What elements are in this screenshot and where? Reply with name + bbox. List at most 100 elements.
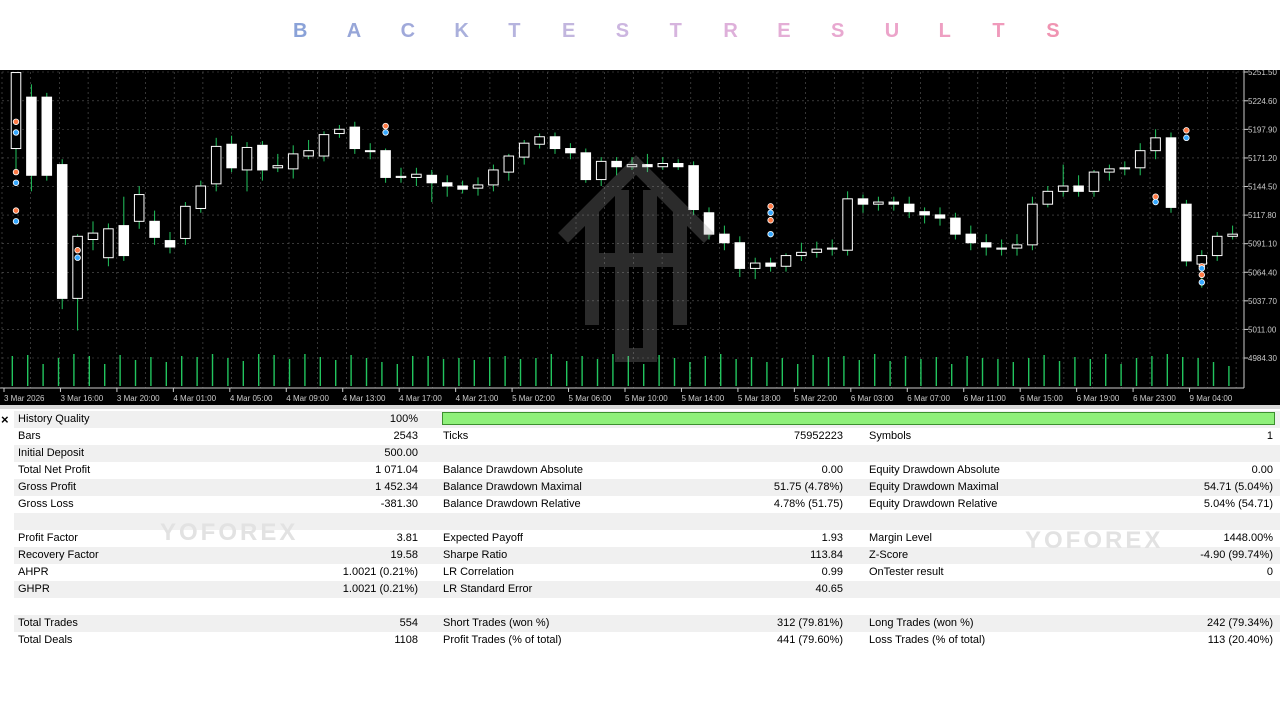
time-tick-label: 6 Mar 07:00 <box>907 394 950 403</box>
price-tick-label: 5117.80 <box>1248 211 1277 220</box>
title-letter: L <box>938 20 951 42</box>
candle-bull <box>241 146 253 171</box>
candle-bull <box>1104 168 1115 173</box>
candle-bear <box>257 144 268 171</box>
time-tick-label: 5 Mar 18:00 <box>738 394 781 403</box>
report-label: Total Deals <box>18 634 73 646</box>
trade-marker <box>1198 265 1205 272</box>
report-row-background <box>14 496 1280 513</box>
candle-bear <box>965 233 977 244</box>
candle-bull <box>10 72 22 150</box>
report-value: 0 <box>1266 566 1273 578</box>
report-label: Gross Loss <box>18 498 74 510</box>
watermark-text: YOFOREX <box>1025 527 1164 554</box>
candle-bull <box>503 155 515 173</box>
title-letter: A <box>346 20 362 42</box>
candle-bear <box>903 203 915 213</box>
price-chart[interactable]: 5251.50 5224.60 5197.90 5171.20 5144.50 5117.… <box>0 70 1280 405</box>
candle-bull <box>1227 233 1238 237</box>
trade-marker <box>1198 271 1205 279</box>
candle-bull <box>1057 185 1069 192</box>
report-value: 19.58 <box>390 549 418 561</box>
trade-marker <box>382 129 389 136</box>
report-value: 51.75 (4.78%) <box>773 481 843 493</box>
time-tick-label: 3 Mar 2026 <box>4 394 45 403</box>
candlestick-chart-svg[interactable]: 5251.50 5224.60 5197.90 5171.20 5144.50 5117.… <box>0 70 1280 405</box>
history-quality-bar <box>442 412 1275 425</box>
report-row-background <box>14 615 1280 632</box>
time-tick-label: 4 Mar 21:00 <box>456 394 499 403</box>
trade-marker <box>12 218 20 225</box>
trade-marker <box>1183 127 1190 134</box>
price-tick-label: 5037.70 <box>1248 297 1277 306</box>
report-row-background <box>14 479 1280 496</box>
title-letter: K <box>454 20 469 42</box>
report-label: Balance Drawdown Absolute <box>443 464 584 476</box>
trade-marker <box>767 217 774 224</box>
candle-bear <box>565 148 576 154</box>
candle-bull <box>1134 150 1146 169</box>
report-value: 4.78% (51.75) <box>773 498 843 510</box>
time-tick-label: 6 Mar 11:00 <box>964 394 1007 403</box>
candle-bear <box>672 163 684 168</box>
trade-marker <box>382 122 389 130</box>
report-value: 5.04% (54.71) <box>1203 498 1273 510</box>
candle-bull <box>133 194 145 222</box>
title-letter: T <box>669 20 682 42</box>
candle-bear <box>919 211 930 216</box>
report-label: Short Trades (won %) <box>443 617 550 629</box>
report-value: 0.99 <box>821 566 843 578</box>
report-label: OnTester result <box>869 566 944 578</box>
time-tick-label: 5 Mar 06:00 <box>569 394 612 403</box>
candle-bear <box>1181 203 1192 262</box>
candle-bear <box>611 160 622 168</box>
report-value: 0.00 <box>821 464 843 476</box>
candle-bear <box>1165 137 1177 208</box>
trade-marker <box>74 247 81 254</box>
candle-bull <box>534 136 545 145</box>
candle-bear <box>118 225 130 257</box>
report-label: Equity Drawdown Maximal <box>869 481 999 493</box>
price-tick-label: 5251.50 <box>1248 70 1277 77</box>
report-label: Total Trades <box>18 617 78 629</box>
report-label: Z-Score <box>869 549 909 561</box>
candle-bull <box>1011 244 1023 249</box>
time-tick-label: 6 Mar 03:00 <box>851 394 894 403</box>
candle-bull <box>1196 255 1208 265</box>
candle-bull <box>488 169 499 186</box>
trade-marker <box>767 209 774 216</box>
report-label: Recovery Factor <box>18 549 99 561</box>
report-value: -381.30 <box>380 498 418 510</box>
time-tick-label: 6 Mar 23:00 <box>1133 394 1176 403</box>
candle-bear <box>441 182 453 187</box>
time-tick-label: 4 Mar 13:00 <box>343 394 386 403</box>
title-letter: S <box>831 20 845 42</box>
candle-bull <box>826 247 838 250</box>
price-tick-label: 5091.10 <box>1248 240 1277 249</box>
candle-bull <box>195 185 207 209</box>
title-letter: E <box>777 20 791 42</box>
report-label: Profit Factor <box>18 532 78 544</box>
candle-bull <box>180 205 191 239</box>
report-row-background <box>14 445 1280 462</box>
time-tick-label: 5 Mar 02:00 <box>512 394 555 403</box>
close-icon[interactable]: × <box>1 413 13 426</box>
report-label: AHPR <box>18 566 49 578</box>
title-letter: S <box>1046 20 1060 42</box>
report-label: Symbols <box>869 430 912 442</box>
candle-bear <box>734 242 746 269</box>
report-label: Total Net Profit <box>18 464 91 476</box>
candle-bull <box>210 145 222 185</box>
time-tick-label: 9 Mar 04:00 <box>1190 394 1233 403</box>
candle-bear <box>980 242 992 248</box>
report-label: Balance Drawdown Maximal <box>443 481 582 493</box>
report-row-background <box>14 462 1280 479</box>
candle-bull <box>87 232 99 241</box>
candle-bull <box>873 201 884 205</box>
price-tick-label: 4984.30 <box>1248 354 1277 363</box>
price-tick-label: 5144.50 <box>1248 183 1277 192</box>
time-tick-label: 5 Mar 10:00 <box>625 394 668 403</box>
candle-bull <box>395 175 407 178</box>
trade-marker <box>74 254 81 261</box>
report-label: Expected Payoff <box>443 532 523 544</box>
